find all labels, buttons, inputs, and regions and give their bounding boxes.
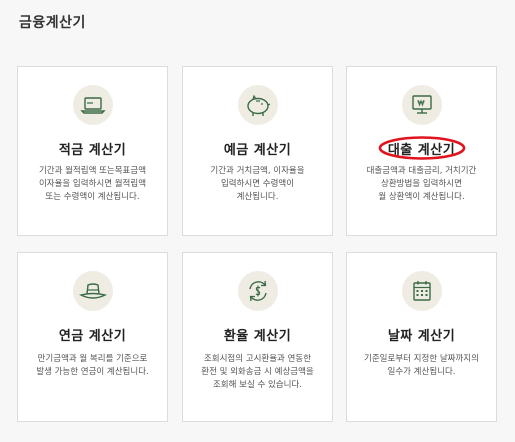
card-title: 연금 계산기 [58,329,127,344]
deposit-calculator-card[interactable]: 예금 계산기 기간과 거치금액, 이자율을 입력하시면 수령액이 계산됩니다. [182,66,333,236]
monitor-won-icon [402,85,442,125]
date-calculator-card[interactable]: 날짜 계산기 기준일로부터 지정한 날짜까지의 일수가 계산됩니다. [346,252,497,422]
loan-calculator-card[interactable]: 대출 계산기 대출금액과 대출금리, 거치기간 상환방법을 입력하시면 월 상환… [346,66,497,236]
card-description: 기준일로부터 지정한 날짜까지의 일수가 계산됩니다. [364,354,479,377]
savings-calculator-card[interactable]: 적금 계산기 기간과 월적립액 또는목표금액 이자율을 입력하시면 월적립액 또… [17,66,168,236]
laptop-icon [73,85,113,125]
card-description: 기간과 월적립액 또는목표금액 이자율을 입력하시면 월적립액 또는 수령액이 … [38,166,147,202]
card-title: 적금 계산기 [58,143,127,158]
calendar-icon [402,271,442,311]
card-description: 대출금액과 대출금리, 거치기간 상환방법을 입력하시면 월 상환액이 계산됩니… [366,166,477,202]
card-description: 기간과 거치금액, 이자율을 입력하시면 수령액이 계산됩니다. [210,166,305,202]
pension-calculator-card[interactable]: 연금 계산기 만기금액과 월 복리를 기준으로 발생 가능한 연금이 계산됩니다… [17,252,168,422]
card-title: 환율 계산기 [223,329,292,344]
currency-exchange-icon [238,271,278,311]
card-description: 조회시점의 고시환율과 연동한 환전 및 외화송금 시 예상금액을 조회해 보실… [201,354,314,390]
card-title: 대출 계산기 [387,143,456,158]
card-title: 날짜 계산기 [387,329,456,344]
hat-icon [73,271,113,311]
exchange-rate-calculator-card[interactable]: 환율 계산기 조회시점의 고시환율과 연동한 환전 및 외화송금 시 예상금액을… [182,252,333,422]
calculator-grid: 적금 계산기 기간과 월적립액 또는목표금액 이자율을 입력하시면 월적립액 또… [17,66,498,431]
card-title: 예금 계산기 [223,143,292,158]
card-description: 만기금액과 월 복리를 기준으로 발생 가능한 연금이 계산됩니다. [36,354,149,377]
page-title: 금융계산기 [19,15,86,31]
piggy-bank-icon [238,85,278,125]
